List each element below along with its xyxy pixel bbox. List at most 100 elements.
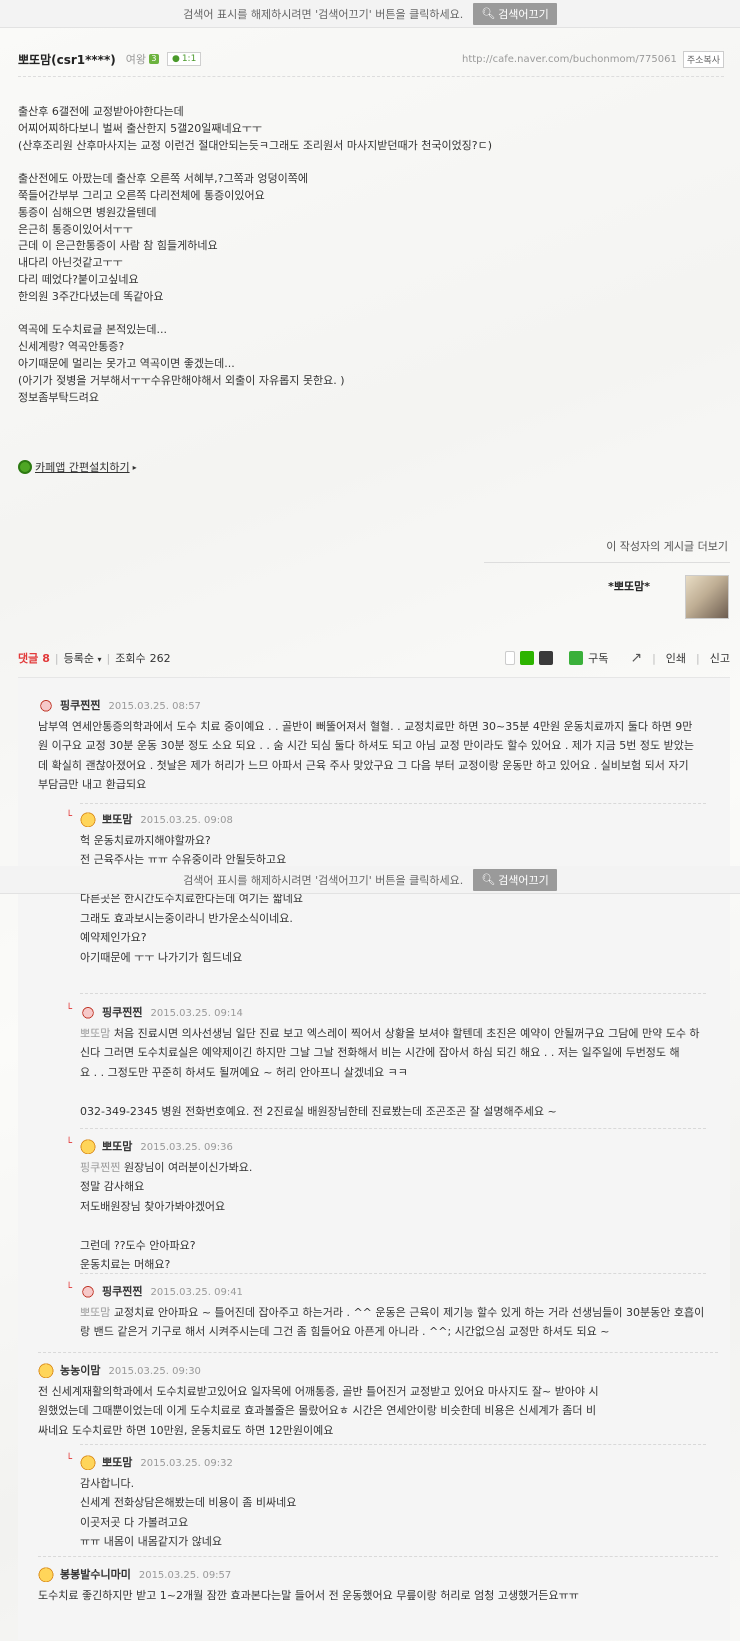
comment-line: 뽀또맘 교정치료 안아파요 ~ 틀어진데 잡아주고 하는거라 . ^^ 운동은 … xyxy=(80,1303,706,1323)
comment-header: 뽀또맘 2015.03.25. 09:32 xyxy=(102,1453,706,1474)
post-line: 근데 이 은근한통증이 사람 참 힘들게하네요 xyxy=(18,239,218,253)
comment-text: 예약제인가요? xyxy=(80,931,147,944)
smiley-avatar-icon[interactable] xyxy=(80,1138,96,1154)
pig-avatar-icon[interactable] xyxy=(38,697,54,713)
comment-body: 감사합니다. 신세계 전화상담은해봤는데 비용이 좀 비싸네요이곳저곳 다 가볼려… xyxy=(80,1474,706,1552)
views-label: 조회수 xyxy=(115,652,146,665)
post-line: 한의원 3주간다녔는데 똑같아요 xyxy=(18,289,164,303)
more-divider xyxy=(484,562,730,563)
sort-dropdown[interactable]: 등록순 ▾ xyxy=(64,650,102,666)
comment-stats-bar: 댓글 8 | 등록순 ▾ | 조회수 262 구독 ↗ | 인쇄 | 신고 xyxy=(18,650,730,666)
comment-count[interactable]: 8 xyxy=(42,652,50,665)
comment-nickname[interactable]: 농농이맘 xyxy=(60,1364,100,1377)
comment-line: 예약제인가요? xyxy=(80,928,706,948)
comment-line: 정말 감사해요 xyxy=(80,1177,706,1197)
subscribe-button[interactable]: 구독 xyxy=(588,650,608,666)
comment-label[interactable]: 댓글 xyxy=(18,650,38,666)
member-level: 여왕 xyxy=(125,53,146,66)
search-off-button[interactable]: 🔍︎ 검색어끄기 xyxy=(473,868,557,891)
comment-date: 2015.03.25. 09:08 xyxy=(140,815,233,826)
comment-nickname[interactable]: 뽀또맘 xyxy=(102,1140,132,1153)
comment-text: 신다 그러면 도수치료실은 예약제이긴 하지만 그날 그날 전화해서 비는 시간… xyxy=(80,1046,680,1059)
level-badge: 3 xyxy=(148,54,159,64)
comment-text: ㅠㅠ 내몸이 내몸같지가 않네요 xyxy=(80,1535,223,1548)
comment-line: 헉 운동치료까지해야할까요? xyxy=(80,831,706,851)
divider: | xyxy=(106,651,111,665)
bookmark-icon[interactable] xyxy=(505,651,516,665)
comment-nickname[interactable]: 핑쿠찐찐 xyxy=(102,1285,142,1298)
comment-line: 그런데 ??도수 안아파요? xyxy=(80,1236,706,1256)
external-share-icon[interactable]: ↗ xyxy=(630,650,642,666)
header-divider xyxy=(18,76,724,77)
comment-line: 그래도 효과보시는중이라니 반가운소식이네요. xyxy=(80,909,706,929)
rss-icon[interactable] xyxy=(569,651,584,665)
comment-body: 전 신세계재활의학과에서 도수치료받고있어요 일자목에 어깨통증, 골반 틀어진… xyxy=(38,1382,718,1441)
comment-text: 교정치료 안아파요 ~ 틀어진데 잡아주고 하는거라 . ^^ 운동은 근육이 … xyxy=(110,1305,705,1319)
post-line: 아기때문에 멀리는 못가고 역곡이면 좋겠는데... xyxy=(18,356,235,370)
comment-text: 신세계 전화상담은해봤는데 비용이 좀 비싸네요 xyxy=(80,1496,297,1509)
pig-avatar-icon[interactable] xyxy=(80,1004,96,1020)
comment-date: 2015.03.25. 08:57 xyxy=(108,701,201,712)
print-button[interactable]: 인쇄 xyxy=(666,650,686,666)
reply-arrow-icon: └ xyxy=(66,1004,73,1015)
chat-button[interactable]: ● 1:1 xyxy=(166,52,202,66)
post-line: 출산전에도 아팠는데 출산후 오른쪽 서혜부,?그쪽과 엉덩이쪽에 xyxy=(18,172,308,186)
comment-divider xyxy=(80,993,706,994)
comment-nickname[interactable]: 봉봉발수니마미 xyxy=(60,1568,131,1581)
comment-text: 그런데 ??도수 안아파요? xyxy=(80,1238,196,1252)
star-icon[interactable] xyxy=(520,651,535,665)
comment-divider xyxy=(38,1556,718,1557)
smiley-avatar-icon[interactable] xyxy=(80,811,96,827)
search-off-button[interactable]: 🔍︎ 검색어끄기 xyxy=(473,2,557,25)
comment-nickname[interactable]: 핑쿠찐찐 xyxy=(60,699,100,712)
reply-arrow-icon: └ xyxy=(66,1454,73,1465)
share-icon[interactable] xyxy=(539,651,554,665)
comment-text: 전 근육주사는 ㅠㅠ 수유중이라 안될듯하고요 xyxy=(80,853,287,866)
comment: 뽀또맘 2015.03.25. 09:32 감사합니다. 신세계 전화상담은해봤는데 … xyxy=(80,1453,706,1552)
copy-url-button[interactable]: 주소복사 xyxy=(682,50,724,68)
comment-header: 뽀또맘 2015.03.25. 09:08 xyxy=(102,810,706,831)
writer-avatar[interactable] xyxy=(685,575,729,619)
post-author[interactable]: 뽀또맘(csr1****) xyxy=(18,51,116,68)
mention-nickname[interactable]: 핑쿠찐찐 xyxy=(80,1161,120,1174)
comment-line: 도수치료 좋긴하지만 받고 1~2개월 잠깐 효과본다는말 들어서 전 운동했어… xyxy=(38,1586,718,1606)
writer-nickname[interactable]: *뽀또맘* xyxy=(608,578,650,594)
post-header: 뽀또맘(csr1****) 여왕 3 ● 1:1 http://cafe.nav… xyxy=(18,48,724,70)
comment-header: 뽀또맘 2015.03.25. 09:36 xyxy=(102,1137,706,1158)
mention-nickname[interactable]: 뽀또맘 xyxy=(80,1027,110,1040)
post-line: 출산후 6갤전에 교정받아야한다는데 xyxy=(18,105,184,118)
views-count: 262 xyxy=(149,651,171,665)
cafe-app-install-link[interactable]: 카페앱 간편설치하기 ▸ xyxy=(18,459,137,475)
highlight-message: 검색어 표시를 해제하시려면 '검색어끄기' 버튼을 클릭하세요. xyxy=(183,7,464,21)
more-posts-link[interactable]: 이 작성자의 게시글 더보기 xyxy=(606,538,728,554)
smiley-avatar-icon[interactable] xyxy=(80,1454,96,1470)
comment: 핑쿠찐찐 2015.03.25. 09:14 뽀또맘 처음 진료시면 의사선생님 일… xyxy=(80,1003,706,1121)
comment-text: 그래도 효과보시는중이라니 반가운소식이네요. xyxy=(80,911,293,925)
divider: | xyxy=(652,651,656,665)
post-line: 역곡에 도수치료글 본적있는데... xyxy=(18,323,168,337)
pig-avatar-icon[interactable] xyxy=(80,1283,96,1299)
comment-header: 핑쿠찐찐 2015.03.25. 09:14 xyxy=(102,1003,706,1024)
comment-date: 2015.03.25. 09:30 xyxy=(108,1366,201,1377)
comment-text: 이곳저곳 다 가볼려고요 xyxy=(80,1515,189,1529)
comment-nickname[interactable]: 핑쿠찐찐 xyxy=(102,1006,142,1019)
smiley-avatar-icon[interactable] xyxy=(38,1566,54,1582)
search-off-label: 검색어끄기 xyxy=(498,7,549,21)
comment-line: 신다 그러면 도수치료실은 예약제이긴 하지만 그날 그날 전화해서 비는 시간… xyxy=(80,1043,706,1063)
comment-text: 원 이구요 교정 30분 운동 30분 정도 소요 되요 . . 숨 시간 되심… xyxy=(38,739,695,752)
comment-nickname[interactable]: 뽀또맘 xyxy=(102,813,132,826)
smiley-avatar-icon[interactable] xyxy=(38,1362,54,1378)
mention-nickname[interactable]: 뽀또맘 xyxy=(80,1306,110,1319)
comment-date: 2015.03.25. 09:41 xyxy=(150,1287,243,1298)
comment-divider xyxy=(80,1444,706,1445)
comment-header: 봉봉발수니마미 2015.03.25. 09:57 xyxy=(60,1565,718,1586)
comment-date: 2015.03.25. 09:36 xyxy=(140,1142,233,1153)
post-line: 정보좀부탁드려요 xyxy=(18,390,99,404)
comment-text: 감사합니다. xyxy=(80,1476,135,1490)
post-line: 다리 떼었다?붙이고싶네요 xyxy=(18,272,139,286)
post-line: 은근히 통증이있어서ㅜㅜ xyxy=(18,222,133,236)
comment-nickname[interactable]: 뽀또맘 xyxy=(102,1456,132,1469)
report-button[interactable]: 신고 xyxy=(710,650,730,666)
